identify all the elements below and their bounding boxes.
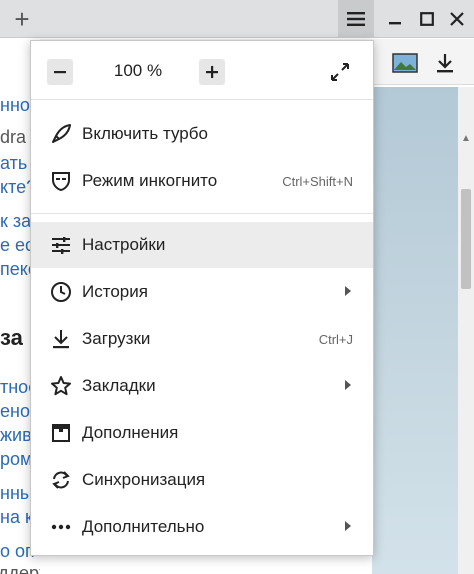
incognito-icon <box>49 169 73 193</box>
scroll-thumb[interactable] <box>461 189 471 289</box>
page-text: ддерживает <box>0 563 40 574</box>
submenu-arrow-icon <box>345 380 351 390</box>
browser-menu-button[interactable] <box>338 0 374 38</box>
zoom-in-button[interactable] <box>199 59 225 85</box>
shortcut-text: Ctrl+J <box>318 332 353 347</box>
fullscreen-button[interactable] <box>327 59 353 85</box>
page-link[interactable]: к за <box>0 211 31 232</box>
menu-item-history[interactable]: История <box>31 269 373 315</box>
menu-item-label: Настройки <box>82 235 166 254</box>
page-link[interactable]: нны <box>0 483 33 504</box>
menu-item-label: История <box>82 282 148 301</box>
menu-item-label: Синхронизация <box>82 470 206 489</box>
download-icon[interactable] <box>436 53 454 73</box>
page-link[interactable]: жив <box>0 425 32 446</box>
menu-item-label: Режим инкогнито <box>82 171 218 190</box>
extensions-icon <box>49 421 73 445</box>
settings-sliders-icon <box>49 233 73 257</box>
menu-item-downloads[interactable]: Загрузки Ctrl+J <box>31 316 373 362</box>
new-tab-button[interactable]: + <box>4 0 40 38</box>
menu-item-label: Загрузки <box>82 329 151 348</box>
browser-main-menu: 100 % Включить турбо Режим инкогнито Ctr… <box>30 40 374 556</box>
menu-item-more[interactable]: Дополнительно <box>31 504 373 550</box>
menu-item-turbo[interactable]: Включить турбо <box>31 111 373 157</box>
rocket-icon <box>49 122 73 146</box>
page-text: dra <box>0 127 27 147</box>
sync-icon <box>49 468 73 492</box>
menu-item-bookmarks[interactable]: Закладки <box>31 363 373 409</box>
hamburger-icon <box>347 12 365 26</box>
close-icon <box>450 12 464 26</box>
menu-item-label: Закладки <box>82 376 156 395</box>
fullscreen-icon <box>331 63 349 81</box>
menu-item-sync[interactable]: Синхронизация <box>31 457 373 503</box>
submenu-arrow-icon <box>345 286 351 296</box>
page-banner-image <box>372 87 458 574</box>
zoom-controls: 100 % <box>31 41 373 99</box>
menu-item-incognito[interactable]: Режим инкогнито Ctrl+Shift+N <box>31 158 373 204</box>
minimize-icon <box>389 22 401 25</box>
page-text: нно <box>0 95 30 115</box>
page-heading: за <box>0 325 23 350</box>
menu-item-label: Дополнительно <box>82 517 205 536</box>
menu-item-label: Включить турбо <box>82 124 208 143</box>
minimize-button[interactable] <box>380 0 410 38</box>
shortcut-text: Ctrl+Shift+N <box>282 174 353 189</box>
page-scrollbar[interactable] <box>458 87 474 574</box>
page-link[interactable]: ром <box>0 449 32 470</box>
zoom-level: 100 % <box>113 61 163 80</box>
clock-icon <box>49 280 73 304</box>
scroll-up-arrow-icon[interactable]: ▲ <box>458 133 474 147</box>
zoom-out-button[interactable] <box>47 59 73 85</box>
image-icon <box>392 53 418 73</box>
more-dots-icon <box>49 515 73 539</box>
plus-icon <box>206 66 218 78</box>
tab-strip: + <box>0 0 474 38</box>
menu-item-extensions[interactable]: Дополнения <box>31 410 373 456</box>
download-icon <box>49 327 73 351</box>
minus-icon <box>54 71 66 74</box>
close-button[interactable] <box>442 0 472 38</box>
star-icon <box>49 374 73 398</box>
page-link[interactable]: на к <box>0 507 33 528</box>
menu-item-label: Дополнения <box>82 423 179 442</box>
page-link[interactable]: ено <box>0 401 30 422</box>
plus-icon: + <box>14 3 30 34</box>
maximize-icon <box>420 12 434 26</box>
menu-item-settings[interactable]: Настройки <box>31 222 373 268</box>
menu-separator <box>31 99 373 100</box>
maximize-button[interactable] <box>412 0 442 38</box>
menu-separator <box>31 213 373 214</box>
submenu-arrow-icon <box>345 521 351 531</box>
